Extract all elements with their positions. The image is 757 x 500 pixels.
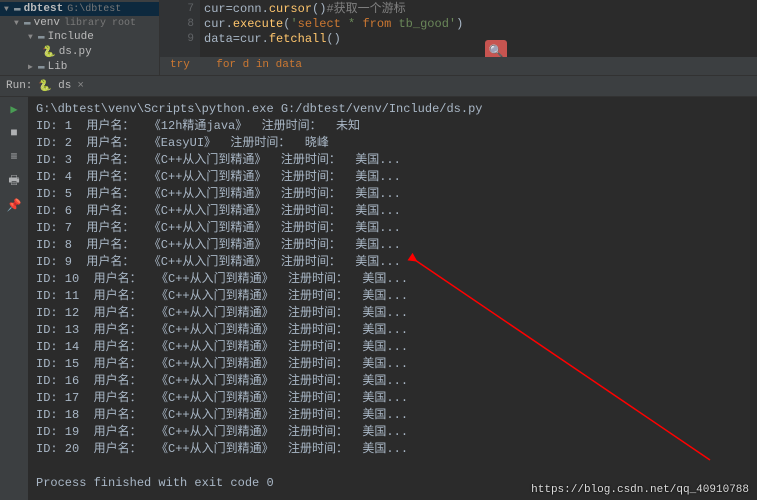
file-label: ds.py: [59, 46, 92, 58]
pin-icon[interactable]: 📌: [6, 197, 22, 213]
watermark: https://blog.csdn.net/qq_40910788: [531, 484, 749, 496]
console-output[interactable]: G:\dbtest\venv\Scripts\python.exe G:/dbt…: [28, 97, 757, 500]
breadcrumb-hint: try for d in data: [160, 57, 757, 75]
folder-icon: ▬: [38, 31, 45, 43]
print-icon[interactable]: 🖶: [6, 173, 22, 189]
hint-try: try: [170, 59, 190, 71]
project-root[interactable]: ▼ ▬ dbtest G:\dbtest: [0, 2, 159, 16]
chevron-down-icon: ▼: [4, 5, 14, 14]
lib-folder[interactable]: ▶ ▬ Lib: [0, 60, 159, 74]
file-item[interactable]: 🐍 ds.py: [0, 44, 159, 60]
project-tree[interactable]: ▼ ▬ dbtest G:\dbtest ▼ ▬ venv library ro…: [0, 0, 160, 75]
project-path: G:\dbtest: [67, 4, 121, 15]
stop-icon[interactable]: ■: [6, 125, 22, 141]
code-body[interactable]: cur=conn.cursor()#获取一个游标cur.execute('sel…: [204, 2, 463, 47]
python-file-icon: 🐍: [42, 45, 56, 59]
line-number: 7: [166, 2, 194, 17]
line-number: 8: [166, 17, 194, 32]
line-gutter: 7 8 9: [160, 0, 200, 60]
folder-icon: ▬: [14, 3, 21, 15]
line-number: 9: [166, 32, 194, 47]
close-icon[interactable]: ×: [77, 80, 84, 92]
venv-folder[interactable]: ▼ ▬ venv library root: [0, 16, 159, 30]
pause-icon[interactable]: ≡: [6, 149, 22, 165]
folder-label: Include: [48, 31, 94, 43]
run-label: Run:: [6, 80, 32, 92]
run-config: ds: [58, 80, 71, 92]
chevron-down-icon: ▼: [28, 33, 38, 42]
chevron-right-icon: ▶: [28, 62, 38, 72]
folder-label: venv: [34, 17, 60, 29]
run-toolbar: ▶ ■ ≡ 🖶 📌: [0, 97, 28, 500]
include-folder[interactable]: ▼ ▬ Include: [0, 30, 159, 44]
rerun-icon[interactable]: ▶: [6, 101, 22, 117]
project-name: dbtest: [24, 3, 64, 15]
folder-icon: ▬: [24, 17, 31, 29]
hint-for: for d in data: [216, 59, 302, 71]
run-tool-header: Run: 🐍 ds ×: [0, 75, 757, 97]
folder-icon: ▬: [38, 61, 45, 73]
folder-note: library root: [64, 18, 136, 29]
code-editor[interactable]: 7 8 9 cur=conn.cursor()#获取一个游标cur.execut…: [160, 0, 757, 75]
folder-label: Lib: [48, 61, 68, 73]
python-file-icon: 🐍: [38, 79, 52, 93]
chevron-down-icon: ▼: [14, 19, 24, 28]
